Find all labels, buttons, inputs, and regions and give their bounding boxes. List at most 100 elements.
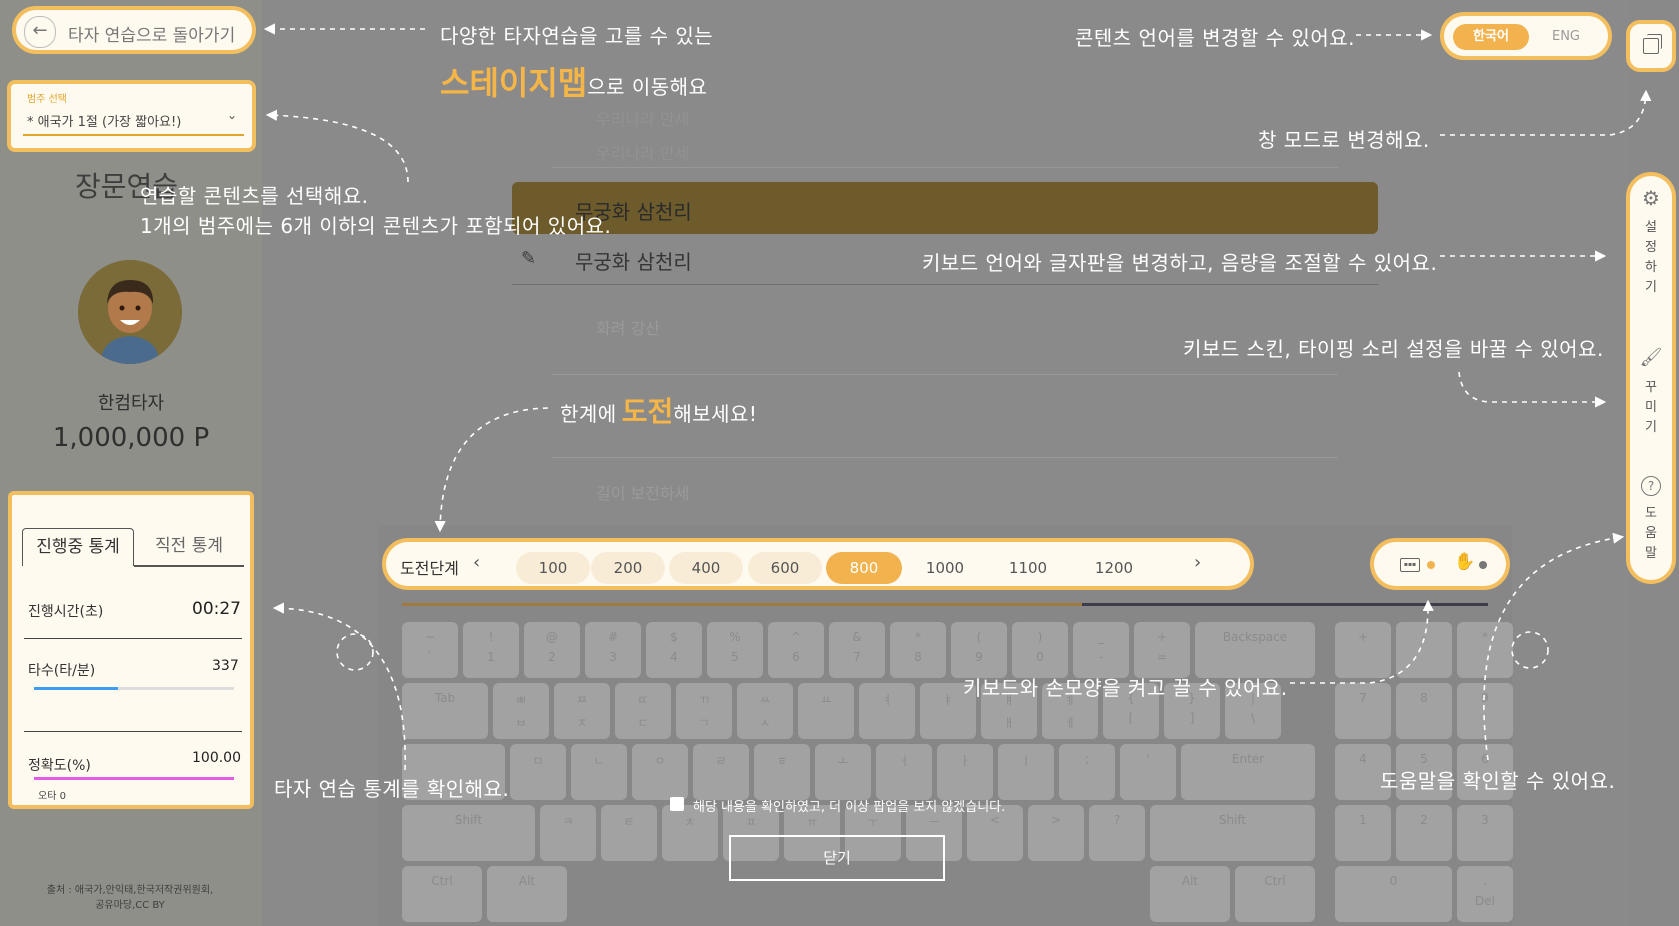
keyboard-key[interactable]: @2 xyxy=(524,622,580,678)
keyboard-key[interactable]: ㅕ xyxy=(859,683,915,739)
keyboard-key[interactable]: * 8 xyxy=(890,622,946,678)
keyboard-key[interactable]: ; xyxy=(1059,744,1115,800)
numpad-key[interactable]: * xyxy=(1457,622,1513,678)
alt-key[interactable]: Alt xyxy=(1150,866,1230,922)
tip-stage-map-big: 스테이지맵 xyxy=(440,64,588,102)
text-line: 길이 보전하세 xyxy=(596,484,690,503)
numpad-key[interactable]: 9 xyxy=(1457,683,1513,739)
stage-chip-600[interactable]: 600 xyxy=(748,552,822,584)
chevron-left-icon[interactable]: ‹ xyxy=(473,552,480,573)
keyboard-key[interactable]: ㅣ xyxy=(998,744,1054,800)
keyboard-key[interactable]: ㅗ xyxy=(815,744,871,800)
back-button[interactable]: ← 타자 연습으로 돌아가기 xyxy=(12,6,256,54)
stage-chip-1100[interactable]: 1100 xyxy=(988,552,1068,584)
stage-chip-1000[interactable]: 1000 xyxy=(906,552,984,584)
numpad-key[interactable]: 3 xyxy=(1457,805,1513,861)
tip-stage-map-1: 다양한 타자연습을 고를 수 있는 xyxy=(440,24,714,48)
keyboard-key[interactable]: ? xyxy=(1089,805,1145,861)
ctrl-key[interactable]: Ctrl xyxy=(402,866,482,922)
close-button[interactable]: 닫기 xyxy=(729,835,945,881)
keyboard-key[interactable]: ㅏ xyxy=(937,744,993,800)
keyboard-key[interactable]: > xyxy=(1028,805,1084,861)
speed-bar-fill xyxy=(34,687,118,690)
keyboard-key[interactable]: ! 1 xyxy=(463,622,519,678)
numpad-key[interactable]: 8 xyxy=(1396,683,1452,739)
numpad-key[interactable]: . Del xyxy=(1457,866,1513,922)
keyboard-key[interactable]: ㅁ xyxy=(510,744,566,800)
select-underline xyxy=(23,134,244,136)
tip-language: 콘텐츠 언어를 변경할 수 있어요. xyxy=(1075,26,1355,50)
stage-chip-800[interactable]: 800 xyxy=(826,552,902,584)
keyboard-key[interactable]: ) 0 xyxy=(1012,622,1068,678)
keyboard-key[interactable]: $4 xyxy=(646,622,702,678)
keyboard-key[interactable]: ㅋ xyxy=(540,805,596,861)
pencil-icon: ✎ xyxy=(521,248,537,269)
keyboard-key[interactable]: ㄴ xyxy=(571,744,627,800)
divider xyxy=(24,731,242,732)
keyboard-key[interactable]: ㅎ xyxy=(754,744,810,800)
hand-icon[interactable]: ✋ xyxy=(1454,552,1475,572)
enter-key[interactable]: Enter xyxy=(1181,744,1315,800)
dont-show-checkbox[interactable] xyxy=(670,797,684,811)
numpad-key[interactable]: 2 xyxy=(1396,805,1452,861)
stage-chip-1200[interactable]: 1200 xyxy=(1074,552,1154,584)
keyboard-key[interactable]: ㅛ xyxy=(798,683,854,739)
numpad-key[interactable]: 0 xyxy=(1335,866,1452,922)
stats-tab-previous[interactable]: 직전 통계 xyxy=(136,528,242,565)
keyboard-key[interactable]: ~ ` xyxy=(402,622,458,678)
help-button[interactable]: ? 도움말 xyxy=(1630,476,1672,576)
numpad-key[interactable]: + xyxy=(1335,622,1391,678)
tip-content-2: 1개의 범주에는 6개 이하의 콘텐츠가 포함되어 있어요. xyxy=(140,214,612,238)
user-points: 1,000,000 P xyxy=(52,423,210,453)
ctrl-key[interactable]: Ctrl xyxy=(1235,866,1315,922)
text-line: 우리나라 만세 xyxy=(596,144,690,163)
category-select[interactable]: 범주 선택 * 애국가 1절 (가장 짧아요!) ⌄ xyxy=(7,80,256,152)
window-mode-button[interactable] xyxy=(1626,20,1676,72)
window-mode-icon-back xyxy=(1647,34,1662,49)
language-toggle: 한국어 ENG xyxy=(1440,12,1612,60)
challenge-label: 도전단계 xyxy=(400,559,459,578)
keyboard-key[interactable]: ㄸㄷ xyxy=(615,683,671,739)
keyboard-key[interactable]: ㄹ xyxy=(693,744,749,800)
backspace-key[interactable]: Backspace xyxy=(1195,622,1315,678)
decorate-button[interactable]: 🖌 꾸미기 xyxy=(1630,346,1672,446)
numpad-key[interactable]: 7 xyxy=(1335,683,1391,739)
typing-input-line[interactable]: 무궁화 삼천리 xyxy=(575,246,692,275)
keyboard-toggle-icon[interactable]: ▪▪▪ xyxy=(1400,558,1420,572)
tip-help: 도움말을 확인할 수 있어요. xyxy=(1380,769,1616,793)
keyboard-key[interactable]: ' xyxy=(1120,744,1176,800)
language-korean-button[interactable]: 한국어 xyxy=(1453,24,1529,50)
keyboard-key[interactable]: ㄲㄱ xyxy=(676,683,732,739)
input-underline xyxy=(552,457,1338,458)
keyboard-key[interactable]: ㅓ xyxy=(876,744,932,800)
keyboard-key[interactable]: ㅇ xyxy=(632,744,688,800)
keyboard-key[interactable]: _ - xyxy=(1073,622,1129,678)
chevron-right-icon[interactable]: › xyxy=(1194,552,1201,573)
alt-key[interactable]: Alt xyxy=(487,866,567,922)
stage-chip-200[interactable]: 200 xyxy=(591,552,665,584)
stats-tab-current[interactable]: 진행중 통계 xyxy=(22,528,134,566)
accuracy-bar-fill xyxy=(34,777,234,780)
arrow-left-icon: ← xyxy=(24,16,56,48)
keyboard-key[interactable]: + = xyxy=(1134,622,1190,678)
stage-chip-100[interactable]: 100 xyxy=(516,552,590,584)
keyboard-key[interactable]: ㅃㅂ xyxy=(493,683,549,739)
shift-key[interactable]: Shift xyxy=(1150,805,1315,861)
stage-chip-400[interactable]: 400 xyxy=(669,552,743,584)
keyboard-key[interactable]: & 7 xyxy=(829,622,885,678)
keyboard-key[interactable]: ㅉㅈ xyxy=(554,683,610,739)
numpad-key[interactable]: 1 xyxy=(1335,805,1391,861)
keyboard-key[interactable]: (9 xyxy=(951,622,1007,678)
tip-stage-map-line: 스테이지맵으로 이동해요 xyxy=(440,58,707,104)
keyboard-key[interactable]: #3 xyxy=(585,622,641,678)
language-english-button[interactable]: ENG xyxy=(1536,24,1596,50)
source-credit: 출처 : 애국가,안익태,한국저작권위원회,공유마당,CC BY xyxy=(46,885,214,911)
keyboard-key[interactable]: ㅌ xyxy=(601,805,657,861)
tab-key[interactable]: Tab xyxy=(402,683,488,739)
shift-key[interactable]: Shift xyxy=(402,805,535,861)
keyboard-key[interactable]: ㅆㅅ xyxy=(737,683,793,739)
numpad-key[interactable]: - xyxy=(1396,622,1452,678)
keyboard-key[interactable]: % 5 xyxy=(707,622,763,678)
keyboard-key[interactable]: ^ 6 xyxy=(768,622,824,678)
settings-button[interactable]: ⚙ 설정하기 xyxy=(1630,186,1672,296)
